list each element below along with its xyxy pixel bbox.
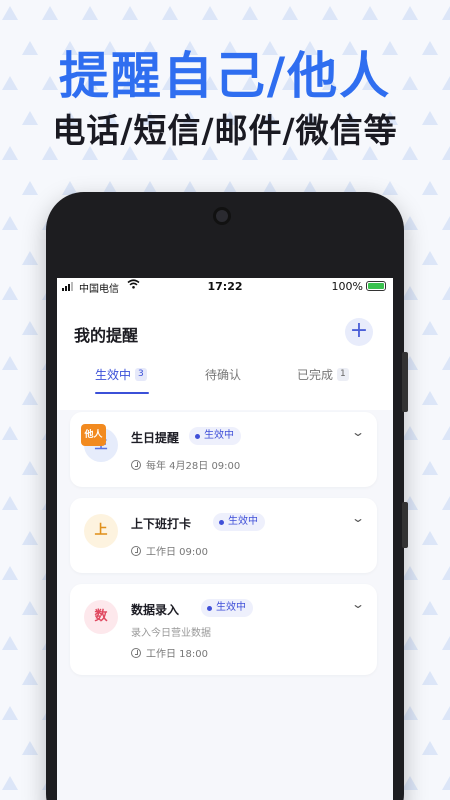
clock-icon <box>131 647 141 658</box>
reminder-schedule: 工作日 18:00 <box>131 645 208 660</box>
page-title: 我的提醒 <box>74 326 139 345</box>
battery-icon <box>366 281 386 291</box>
tab-bar: 生效中 3 待确认 已完成 1 <box>57 366 393 396</box>
battery-percent: 100% <box>331 280 363 293</box>
status-badge: 生效中 <box>201 599 253 617</box>
others-tag: 他人 <box>81 424 106 446</box>
reminder-name: 上下班打卡 <box>131 517 192 531</box>
reminder-description: 录入今日营业数据 <box>131 628 211 639</box>
reminder-card[interactable]: 数 数据录入 生效中 ⌄ 录入今日营业数据 工作日 18:00 <box>70 584 377 675</box>
status-badge: 生效中 <box>189 427 241 445</box>
schedule-text: 工作日 09:00 <box>146 547 208 558</box>
schedule-text: 每年 4月28日 09:00 <box>146 461 241 472</box>
hero-title: 提醒自己/他人 <box>58 47 392 105</box>
chevron-down-icon[interactable]: ⌄ <box>351 425 365 439</box>
tab-active[interactable]: 生效中 3 <box>95 366 147 383</box>
tab-label: 生效中 <box>95 368 132 382</box>
phone-side-button <box>402 352 408 412</box>
reminder-schedule: 工作日 09:00 <box>131 543 208 558</box>
tab-count-badge: 3 <box>135 368 147 381</box>
tab-completed[interactable]: 已完成 1 <box>297 366 349 383</box>
front-camera <box>213 207 231 225</box>
tab-label: 待确认 <box>205 368 242 382</box>
tab-pending[interactable]: 待确认 <box>205 366 241 383</box>
reminder-card[interactable]: 生 他人 生日提醒 生效中 ⌄ 每年 4月28日 09:00 <box>70 412 377 487</box>
reminder-schedule: 每年 4月28日 09:00 <box>131 457 240 472</box>
reminder-card[interactable]: 上 上下班打卡 生效中 ⌄ 工作日 09:00 <box>70 498 377 573</box>
plus-icon: + <box>349 318 369 343</box>
add-reminder-button[interactable]: + <box>345 318 373 346</box>
reminder-avatar: 数 <box>84 600 118 634</box>
chevron-down-icon[interactable]: ⌄ <box>351 511 365 525</box>
chevron-down-icon[interactable]: ⌄ <box>351 597 365 611</box>
tab-label: 已完成 <box>297 368 334 382</box>
clock-icon <box>131 545 141 556</box>
status-badge: 生效中 <box>213 513 265 531</box>
schedule-text: 工作日 18:00 <box>146 649 208 660</box>
hero-subtitle: 电话/短信/邮件/微信等 <box>52 111 398 150</box>
reminder-avatar: 上 <box>84 514 118 548</box>
phone-side-button <box>402 502 408 548</box>
tab-active-indicator <box>95 392 149 394</box>
reminder-name: 数据录入 <box>131 603 180 617</box>
status-bar: 中国电信 17:22 100% <box>57 278 393 296</box>
clock-icon <box>131 459 141 470</box>
tab-count-badge: 1 <box>337 368 349 381</box>
reminder-name: 生日提醒 <box>131 431 180 445</box>
phone-screen: 中国电信 17:22 100% 我的提醒 + 生效中 3 待确认 已完成 1 生… <box>57 278 393 800</box>
